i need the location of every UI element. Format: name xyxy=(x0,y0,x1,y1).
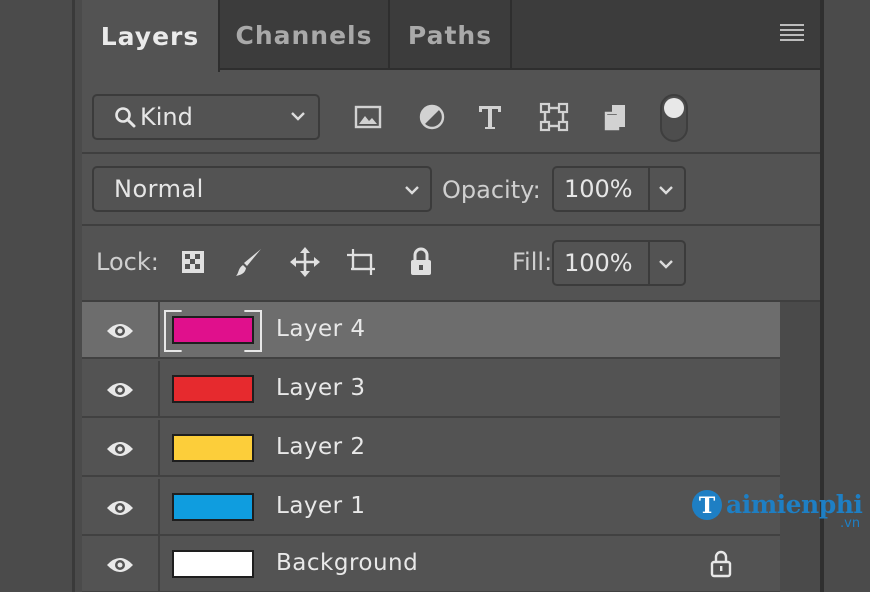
fill-value: 100% xyxy=(564,249,633,277)
eye-icon xyxy=(107,323,133,338)
lock-all-icon[interactable] xyxy=(404,244,438,280)
tab-channels[interactable]: Channels xyxy=(220,0,390,70)
search-icon xyxy=(114,106,136,128)
eye-icon xyxy=(107,500,133,515)
scrollbar-track[interactable] xyxy=(780,302,820,592)
visibility-toggle[interactable] xyxy=(82,361,160,418)
layer-thumbnail xyxy=(172,375,254,403)
lock-position-move-icon[interactable] xyxy=(288,244,322,280)
smart-object-filter-icon[interactable] xyxy=(600,100,632,134)
layer-name[interactable]: Layer 4 xyxy=(276,316,366,342)
layer-name[interactable]: Layer 3 xyxy=(276,375,366,401)
layer-row-background[interactable]: Background xyxy=(82,536,780,592)
logo-letter: T xyxy=(699,493,716,519)
fill-label: Fill: xyxy=(512,248,553,276)
layer-name[interactable]: Layer 1 xyxy=(276,493,366,519)
layer-thumbnail xyxy=(172,493,254,521)
blend-mode-value: Normal xyxy=(114,175,204,203)
chevron-down-icon[interactable] xyxy=(658,254,674,275)
lock-transparent-pixels-icon[interactable] xyxy=(176,244,210,280)
watermark-text: aimienphi xyxy=(726,490,863,519)
fill-field[interactable]: 100% xyxy=(552,240,686,286)
visibility-toggle[interactable] xyxy=(82,420,160,477)
chevron-down-icon xyxy=(290,106,306,127)
tab-layers[interactable]: Layers xyxy=(82,0,220,72)
layers-list: Layer 4 Layer 3 Layer 2 Layer 1 Backgrou… xyxy=(82,302,820,592)
eye-icon xyxy=(107,382,133,397)
eye-icon xyxy=(107,557,133,572)
visibility-toggle[interactable] xyxy=(82,302,160,359)
blend-mode-select[interactable]: Normal xyxy=(92,166,432,212)
layer-row-layer-4[interactable]: Layer 4 xyxy=(82,302,780,359)
layer-row-layer-1[interactable]: Layer 1 xyxy=(82,479,780,536)
lock-icon[interactable] xyxy=(708,548,734,580)
eye-icon xyxy=(107,441,133,456)
layer-row-layer-2[interactable]: Layer 2 xyxy=(82,420,780,477)
taimienphi-logo-icon: T xyxy=(692,490,722,520)
lock-label: Lock: xyxy=(96,248,159,276)
watermark-logo: T aimienphi .vn xyxy=(690,488,870,531)
visibility-toggle[interactable] xyxy=(82,479,160,536)
opacity-value: 100% xyxy=(564,175,633,203)
left-panel-edge xyxy=(0,0,82,592)
lock-image-pixels-brush-icon[interactable] xyxy=(232,244,266,280)
panel-tab-bar: Layers Channels Paths xyxy=(82,0,820,72)
layer-row-layer-3[interactable]: Layer 3 xyxy=(82,361,780,418)
layer-thumbnail xyxy=(172,434,254,462)
visibility-toggle[interactable] xyxy=(82,536,160,592)
layer-name[interactable]: Background xyxy=(276,550,418,576)
filter-kind-select[interactable]: Kind xyxy=(92,94,320,140)
chevron-down-icon[interactable] xyxy=(658,180,674,201)
shape-filter-icon[interactable] xyxy=(538,100,570,134)
watermark-suffix: .vn xyxy=(840,516,861,531)
filter-toggle-switch[interactable] xyxy=(660,94,688,142)
type-filter-icon[interactable] xyxy=(474,100,506,134)
tab-paths[interactable]: Paths xyxy=(390,0,512,70)
adjustment-filter-icon[interactable] xyxy=(416,100,448,134)
chevron-down-icon xyxy=(404,180,420,201)
layer-thumbnail xyxy=(172,316,254,344)
divider xyxy=(82,224,820,226)
layer-name[interactable]: Layer 2 xyxy=(276,434,366,460)
opacity-field[interactable]: 100% xyxy=(552,166,686,212)
opacity-label: Opacity: xyxy=(442,176,541,204)
filter-kind-label: Kind xyxy=(140,103,193,131)
layer-thumbnail xyxy=(172,550,254,578)
divider xyxy=(82,152,820,154)
panel-menu-icon[interactable] xyxy=(780,24,804,42)
toggle-knob xyxy=(664,98,684,118)
lock-artboard-icon[interactable] xyxy=(344,244,378,280)
image-filter-icon[interactable] xyxy=(352,100,384,134)
